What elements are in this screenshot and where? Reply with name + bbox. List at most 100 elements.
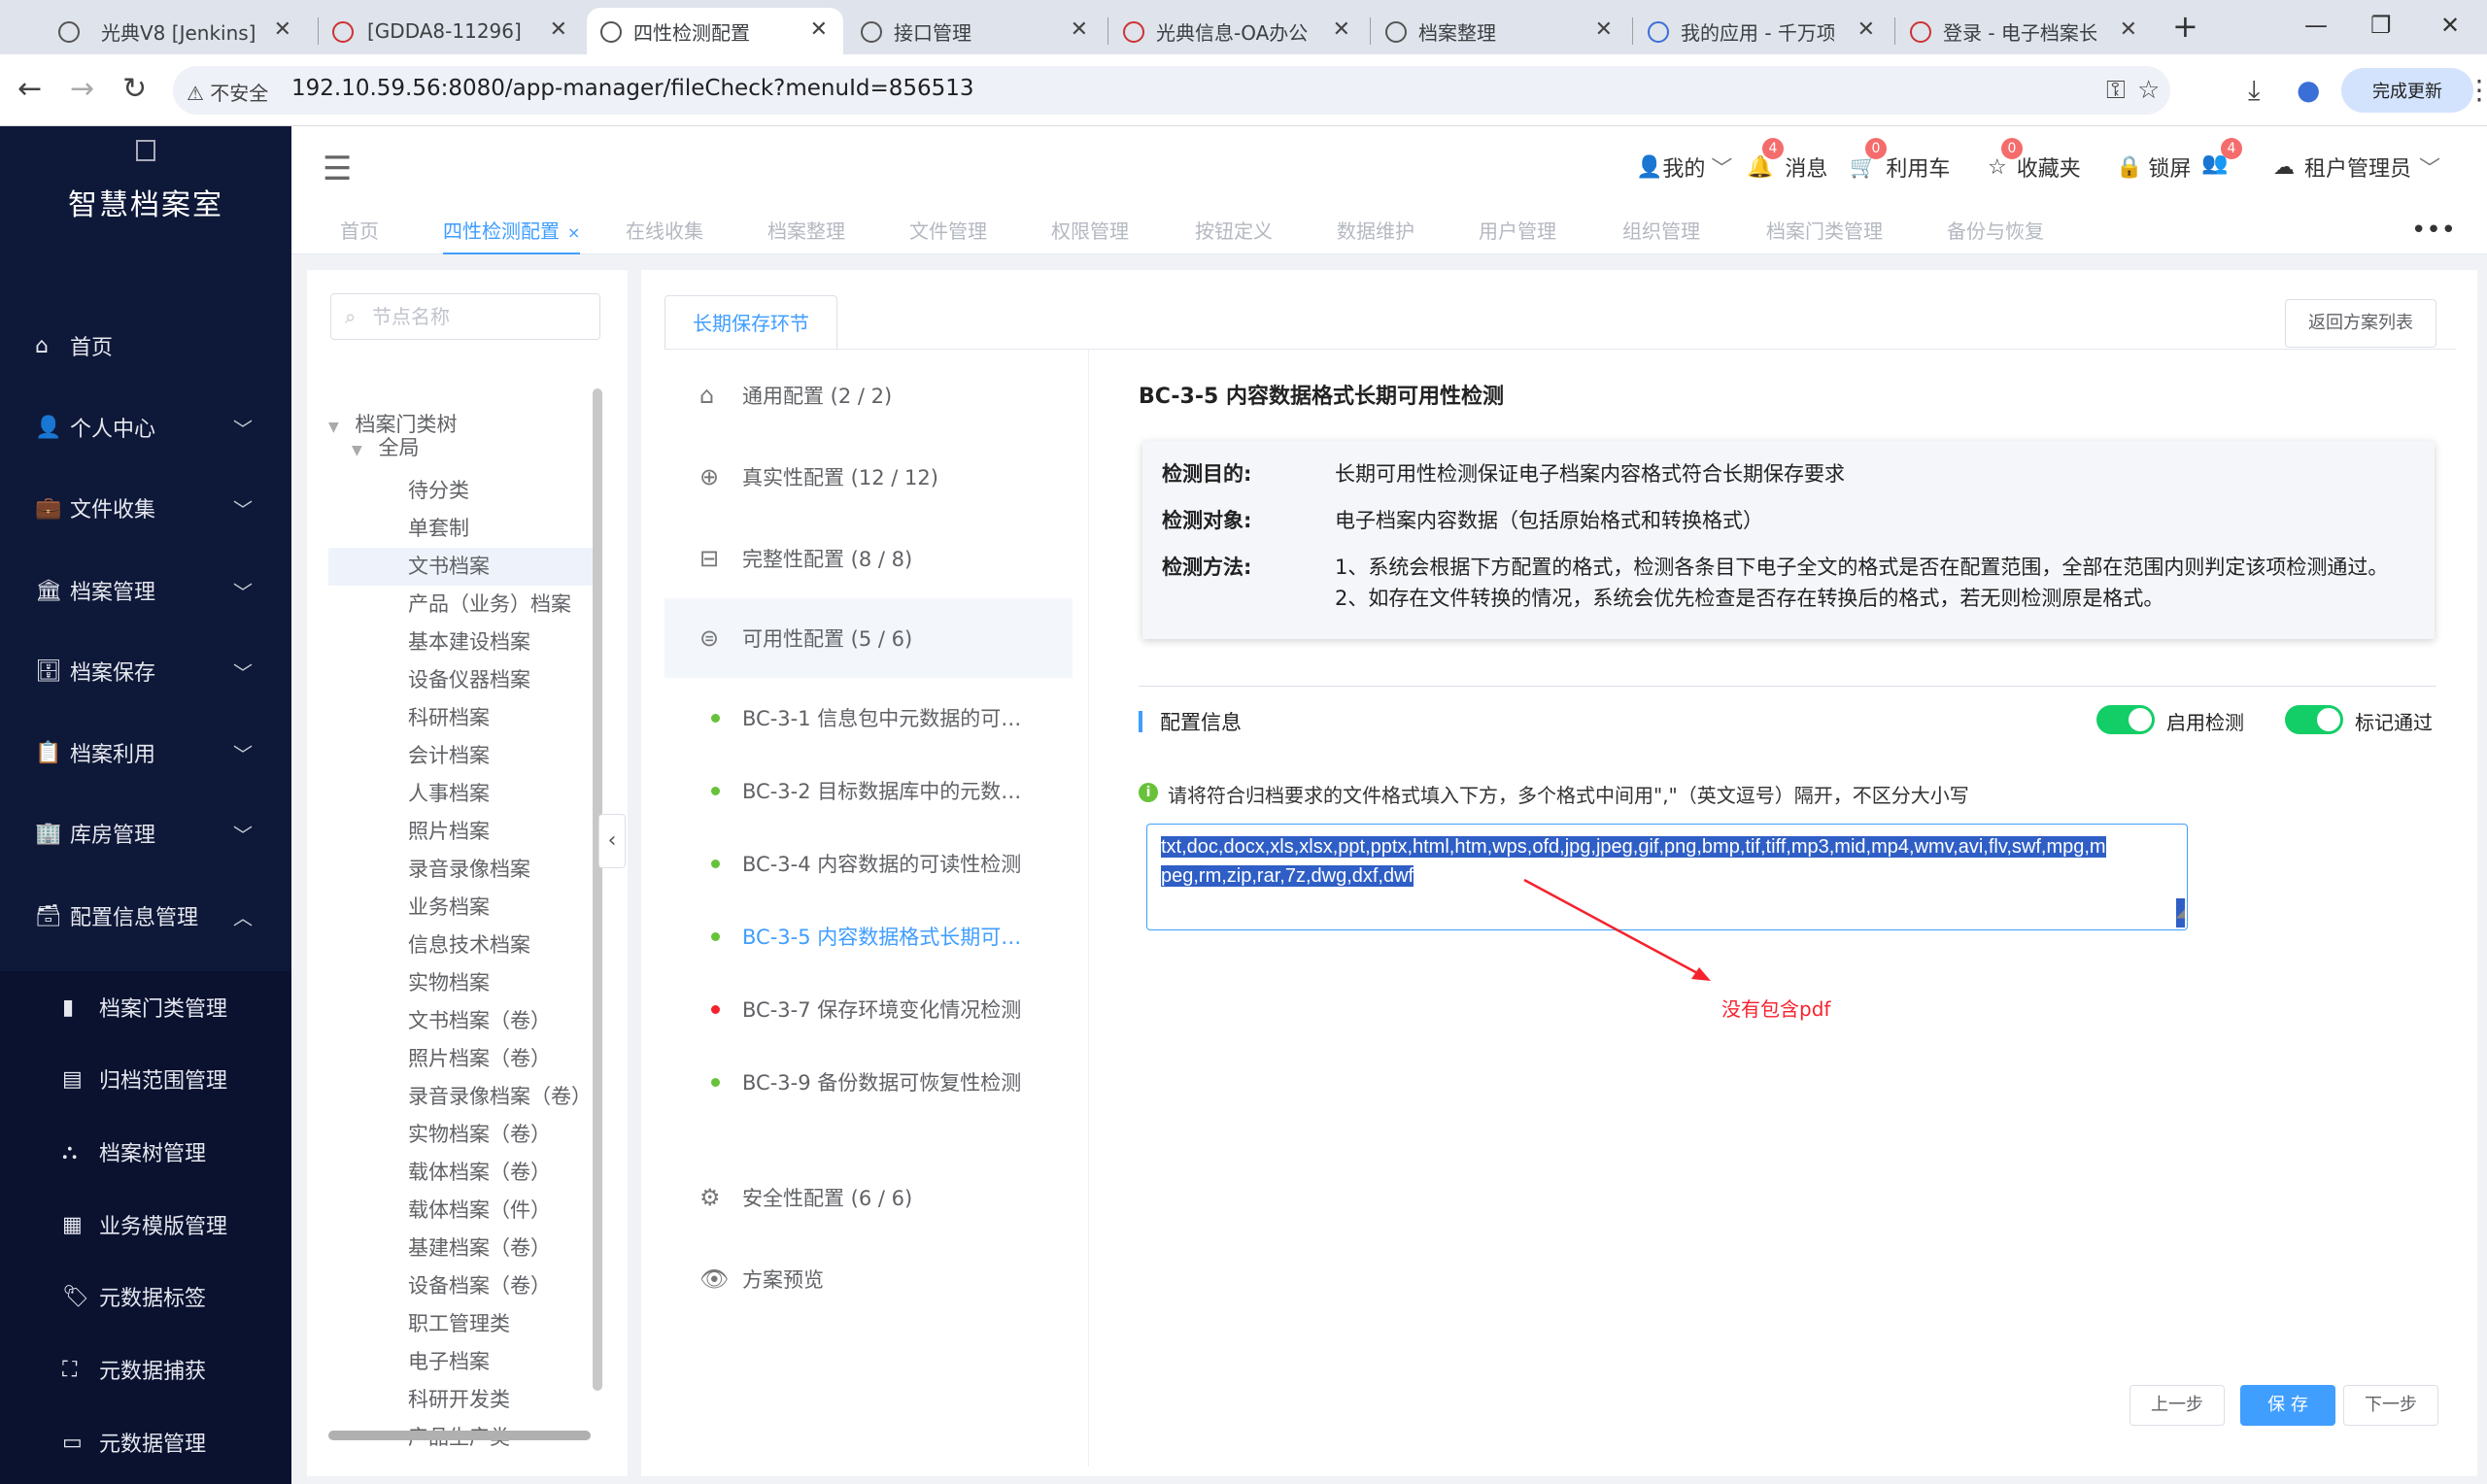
back-to-plan-list-button[interactable]: 返回方案列表 — [2285, 299, 2436, 348]
new-tab-button[interactable]: + — [2172, 8, 2198, 45]
hamburger-menu-icon[interactable]: ☰ — [323, 150, 352, 188]
tree-node[interactable]: 信息技术档案 — [328, 927, 602, 964]
page-tab-1[interactable]: 四性检测配置 × — [443, 208, 581, 254]
check-item-0[interactable]: BC-3-1 信息包中元数据的可读性检测 — [664, 682, 1073, 754]
tree-node[interactable]: 会计档案 — [328, 737, 602, 775]
check-item-5[interactable]: BC-3-9 备份数据可恢复性检测 — [664, 1046, 1073, 1118]
browser-menu-icon[interactable]: ⋮ — [2466, 74, 2487, 106]
sidebar-item-1[interactable]: 👤 个人中心 ﹀ — [0, 387, 291, 468]
sidebar-subitem-2[interactable]: ⛬ 档案树管理 — [0, 1116, 291, 1188]
sidebar-subitem-1[interactable]: ▤ 归档范围管理 — [0, 1043, 291, 1115]
close-tab-icon[interactable]: ✕ — [274, 17, 291, 42]
page-tab-2[interactable]: 在线收集 — [626, 208, 703, 254]
page-tab-5[interactable]: 权限管理 — [1051, 208, 1129, 254]
close-tab-icon[interactable]: ✕ — [1333, 17, 1350, 42]
sidebar-item-3[interactable]: 🏛 档案管理 ﹀ — [0, 550, 291, 631]
tree-node[interactable]: 人事档案 — [328, 775, 602, 813]
close-tab-icon[interactable]: × — [567, 223, 580, 242]
close-tab-icon[interactable]: ✕ — [2120, 17, 2137, 42]
browser-tab[interactable]: 我的应用 - 千万项 | ✕ — [1634, 8, 1891, 54]
browser-tab[interactable]: 光典V8 [Jenkins] ✕ — [0, 8, 307, 54]
close-tab-icon[interactable]: ✕ — [550, 17, 567, 42]
collapse-tree-handle[interactable]: ‹ — [598, 814, 626, 868]
sidebar-item-2[interactable]: 💼 文件收集 ﹀ — [0, 467, 291, 549]
tree-node[interactable]: 录音录像档案 — [328, 851, 602, 889]
tree-vertical-scrollbar[interactable] — [593, 388, 602, 1391]
tree-node[interactable]: 基本建设档案 — [328, 624, 602, 661]
mark-pass-toggle[interactable] — [2285, 705, 2343, 734]
more-tabs-icon[interactable]: ••• — [2411, 216, 2456, 245]
sidebar-subitem-4[interactable]: 🏷 元数据标签 — [0, 1261, 291, 1332]
plan-preview[interactable]: 👁 方案预览 — [664, 1239, 1073, 1319]
tree-node[interactable]: 实物档案 — [328, 964, 602, 1002]
page-tab-4[interactable]: 文件管理 — [909, 208, 987, 254]
tree-node[interactable]: 基建档案（卷） — [328, 1230, 602, 1267]
online-users-button[interactable]: 👥 4 — [2201, 138, 2242, 176]
sidebar-item-6[interactable]: 🏢 库房管理 ﹀ — [0, 793, 291, 874]
check-item-1[interactable]: BC-3-2 目标数据库中的元数据可访问性检测 — [664, 755, 1073, 826]
tree-node[interactable]: 录音录像档案（卷） — [328, 1078, 602, 1116]
tree-node[interactable]: 待分类 — [328, 472, 602, 510]
sidebar-subitem-0[interactable]: ▮ 档案门类管理 — [0, 971, 291, 1043]
tree-node[interactable]: 职工管理类 — [328, 1305, 602, 1343]
tree-global[interactable]: ▼ 全局 — [352, 429, 419, 467]
close-tab-icon[interactable]: ✕ — [1595, 17, 1613, 42]
download-icon[interactable]: ⤓ — [2248, 74, 2260, 107]
messages-button[interactable]: 🔔 4 消息 — [1747, 138, 1827, 183]
browser-tab[interactable]: [GDDA8-11296] 1- ✕ — [319, 8, 583, 54]
prev-step-button[interactable]: 上一步 — [2129, 1385, 2225, 1426]
config-group-integrity[interactable]: ⊟ 完整性配置 (8 / 8) — [664, 519, 1073, 598]
check-item-2[interactable]: BC-3-4 内容数据的可读性检测 — [664, 827, 1073, 899]
save-button[interactable]: 保 存 — [2240, 1385, 2335, 1426]
close-tab-icon[interactable]: ✕ — [810, 17, 828, 42]
forward-arrow-icon[interactable]: → — [70, 72, 94, 106]
sidebar-item-7[interactable]: 🗃 配置信息管理 ︿ — [0, 875, 291, 957]
tree-node[interactable]: 单套制 — [328, 510, 602, 548]
check-item-4[interactable]: BC-3-7 保存环境变化情况检测 — [664, 973, 1073, 1045]
browser-tab-active[interactable]: 四性检测配置 ✕ — [587, 8, 843, 54]
tree-node[interactable]: 业务档案 — [328, 889, 602, 927]
resize-grip-icon[interactable]: ◢ — [2175, 898, 2185, 928]
cart-button[interactable]: 🛒 0 利用车 — [1850, 138, 1950, 183]
favorites-button[interactable]: ☆ 0 收藏夹 — [1988, 138, 2081, 183]
page-tab-8[interactable]: 用户管理 — [1479, 208, 1556, 254]
page-tab-7[interactable]: 数据维护 — [1337, 208, 1414, 254]
close-tab-icon[interactable]: ✕ — [1071, 17, 1088, 42]
tree-node[interactable]: 文书档案 — [328, 548, 602, 586]
lock-screen-button[interactable]: 🔒 锁屏 — [2116, 152, 2191, 183]
tree-node[interactable]: 载体档案（件） — [328, 1192, 602, 1230]
tree-horizontal-scrollbar[interactable] — [328, 1431, 591, 1440]
sidebar-subitem-5[interactable]: ⛶ 元数据捕获 — [0, 1333, 291, 1405]
tree-node[interactable]: 电子档案 — [328, 1343, 602, 1381]
tree-node[interactable]: 设备仪器档案 — [328, 661, 602, 699]
password-key-icon[interactable]: ⚿ — [2106, 76, 2126, 106]
tree-node[interactable]: 照片档案（卷） — [328, 1040, 602, 1078]
update-button[interactable]: 完成更新 — [2341, 68, 2473, 113]
page-tab-11[interactable]: 备份与恢复 — [1947, 208, 2044, 254]
sidebar-item-5[interactable]: 📋 档案利用 ﹀ — [0, 712, 291, 793]
page-tab-0[interactable]: 首页 — [340, 208, 379, 254]
browser-tab[interactable]: 接口管理 ✕ — [847, 8, 1104, 54]
check-item-3[interactable]: BC-3-5 内容数据格式长期可用性检测 — [664, 900, 1073, 972]
close-tab-icon[interactable]: ✕ — [1857, 17, 1875, 42]
next-step-button[interactable]: 下一步 — [2343, 1385, 2438, 1426]
profile-icon[interactable]: ● — [2297, 74, 2320, 106]
tree-node[interactable]: 科研档案 — [328, 699, 602, 737]
user-menu[interactable]: 👤 我的 ﹀ — [1636, 152, 1732, 183]
tree-node[interactable]: 设备档案（卷） — [328, 1267, 602, 1305]
browser-tab[interactable]: 光典信息-OA办公系 ✕ — [1109, 8, 1366, 54]
config-group-security[interactable]: ⚙ 安全性配置 (6 / 6) — [664, 1158, 1073, 1237]
enable-check-toggle[interactable] — [2096, 705, 2155, 734]
sidebar-item-0[interactable]: ⌂ 首页 — [0, 305, 291, 387]
config-group-usability[interactable]: ⊜ 可用性配置 (5 / 6) — [664, 598, 1073, 678]
restore-icon[interactable]: ❐ — [2370, 12, 2392, 39]
tree-node[interactable]: 载体档案（卷） — [328, 1154, 602, 1192]
page-tab-3[interactable]: 档案整理 — [767, 208, 845, 254]
minimize-icon[interactable]: — — [2304, 12, 2328, 39]
tree-node[interactable]: 实物档案（卷） — [328, 1116, 602, 1154]
page-tab-10[interactable]: 档案门类管理 — [1766, 208, 1883, 254]
tree-node[interactable]: 产品（业务）档案 — [328, 586, 602, 624]
url-text[interactable]: 192.10.59.56:8080/app-manager/fileCheck?… — [291, 76, 974, 101]
bookmark-star-icon[interactable]: ☆ — [2137, 76, 2160, 105]
sidebar-item-4[interactable]: 🗄 档案保存 ﹀ — [0, 630, 291, 712]
